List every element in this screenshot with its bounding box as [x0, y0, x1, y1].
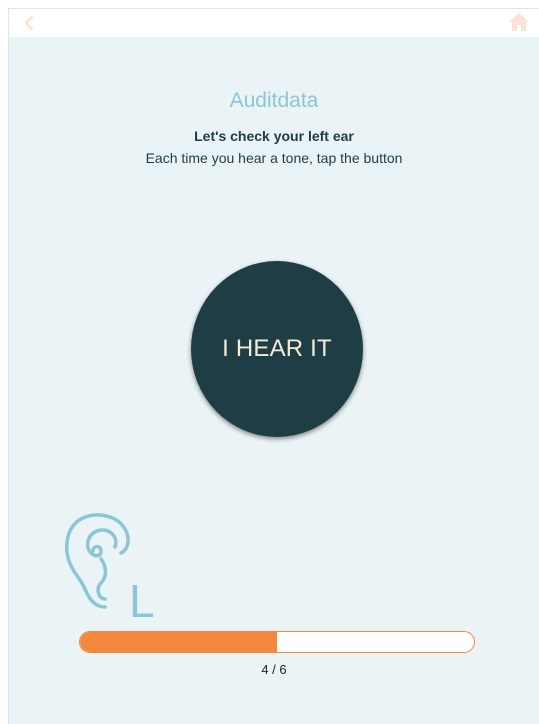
progress-counter: 4 / 6 — [261, 662, 287, 677]
ear-side-label: L — [129, 575, 155, 617]
top-bar — [9, 9, 539, 37]
progress-fill — [80, 632, 277, 652]
home-button[interactable] — [507, 11, 531, 33]
instruction-text: Each time you hear a tone, tap the butto… — [145, 150, 403, 166]
i-hear-it-button[interactable]: I HEAR IT — [191, 261, 363, 437]
home-icon — [509, 13, 529, 31]
back-button[interactable] — [19, 12, 39, 34]
i-hear-it-label: I HEAR IT — [222, 335, 332, 362]
screen: Auditdata Let's check your left ear Each… — [8, 8, 539, 724]
ear-side-indicator: L — [59, 507, 169, 627]
ear-icon: L — [65, 513, 155, 627]
brand-title: Auditdata — [229, 89, 319, 112]
page-title: Let's check your left ear — [194, 128, 354, 144]
progress-bar — [79, 631, 475, 653]
chevron-left-icon — [24, 15, 34, 31]
